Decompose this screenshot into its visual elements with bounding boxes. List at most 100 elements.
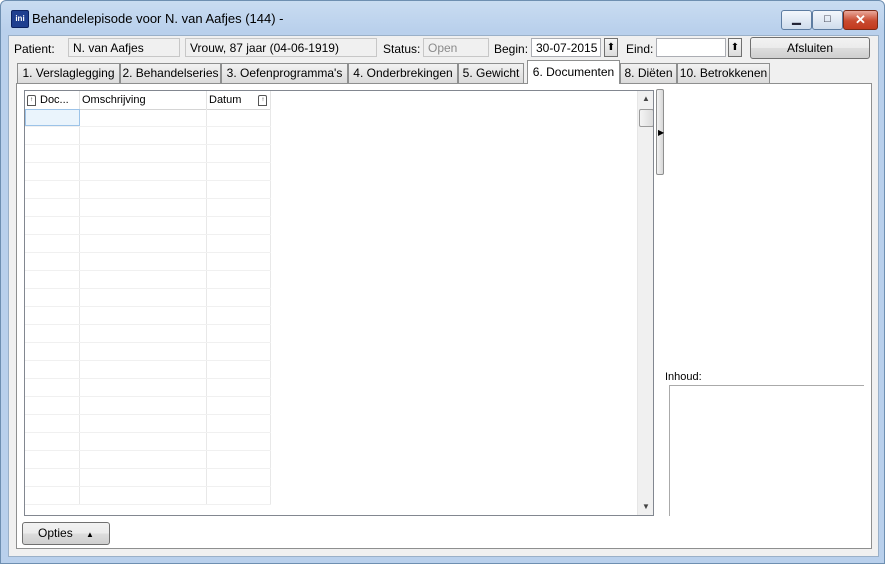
tab-dieten[interactable]: 8. Diëten: [620, 63, 677, 83]
table-cell[interactable]: [207, 163, 271, 180]
table-cell[interactable]: [80, 199, 207, 216]
table-cell[interactable]: [80, 307, 207, 324]
table-cell[interactable]: [25, 433, 80, 450]
table-cell[interactable]: [80, 469, 207, 486]
table-cell[interactable]: [25, 289, 80, 306]
table-row[interactable]: [25, 469, 271, 487]
tab-gewicht[interactable]: 5. Gewicht: [458, 63, 524, 83]
table-cell[interactable]: [207, 307, 271, 324]
table-row[interactable]: [25, 127, 271, 145]
table-cell[interactable]: [207, 415, 271, 432]
table-cell[interactable]: [207, 145, 271, 162]
table-cell[interactable]: [25, 235, 80, 252]
table-cell[interactable]: [80, 181, 207, 198]
table-row[interactable]: [25, 163, 271, 181]
table-cell[interactable]: [80, 235, 207, 252]
table-cell[interactable]: [25, 163, 80, 180]
table-cell[interactable]: [25, 361, 80, 378]
table-row[interactable]: [25, 343, 271, 361]
table-cell[interactable]: [80, 451, 207, 468]
table-row[interactable]: [25, 181, 271, 199]
table-row[interactable]: [25, 397, 271, 415]
tab-behandelseries[interactable]: 2. Behandelseries: [120, 63, 221, 83]
table-cell[interactable]: [207, 361, 271, 378]
table-cell[interactable]: [25, 343, 80, 360]
table-cell[interactable]: [80, 127, 207, 144]
table-cell[interactable]: [25, 181, 80, 198]
table-row[interactable]: [25, 433, 271, 451]
table-cell[interactable]: [25, 307, 80, 324]
table-cell[interactable]: [207, 217, 271, 234]
opties-button[interactable]: Opties ▲: [22, 522, 110, 545]
minimize-button[interactable]: ▁: [781, 10, 812, 30]
close-window-button[interactable]: ✕: [843, 10, 878, 30]
inhoud-content[interactable]: [669, 385, 864, 516]
table-cell[interactable]: [207, 451, 271, 468]
table-cell[interactable]: [207, 469, 271, 486]
table-cell[interactable]: [207, 271, 271, 288]
expand-arrow-icon[interactable]: ▶: [658, 128, 664, 137]
table-cell[interactable]: [25, 109, 80, 126]
table-cell[interactable]: [80, 397, 207, 414]
table-cell[interactable]: [25, 325, 80, 342]
afsluiten-button[interactable]: Afsluiten: [750, 37, 870, 59]
table-cell[interactable]: [207, 325, 271, 342]
column-header-doc[interactable]: ↑ Doc...: [25, 91, 80, 109]
table-cell[interactable]: [25, 487, 80, 504]
tab-betrokkenen[interactable]: 10. Betrokkenen: [677, 63, 770, 83]
table-row[interactable]: [25, 325, 271, 343]
documents-grid[interactable]: ↑ Doc... Omschrijving Datum ↑ ▲ ▼: [24, 90, 654, 516]
table-cell[interactable]: [207, 289, 271, 306]
begin-date-up-icon[interactable]: ⬆: [604, 38, 618, 57]
table-cell[interactable]: [80, 289, 207, 306]
tab-oefenprogrammas[interactable]: 3. Oefenprogramma's: [221, 63, 348, 83]
pin-icon[interactable]: ↑: [258, 94, 268, 106]
table-row[interactable]: [25, 415, 271, 433]
table-cell[interactable]: [207, 253, 271, 270]
tab-verslaglegging[interactable]: 1. Verslaglegging: [17, 63, 120, 83]
table-row[interactable]: [25, 487, 271, 505]
table-cell[interactable]: [25, 127, 80, 144]
table-row[interactable]: [25, 235, 271, 253]
table-row[interactable]: [25, 379, 271, 397]
table-cell[interactable]: [80, 145, 207, 162]
column-header-datum[interactable]: Datum ↑: [207, 91, 271, 109]
table-cell[interactable]: [25, 379, 80, 396]
table-cell[interactable]: [207, 235, 271, 252]
table-cell[interactable]: [80, 217, 207, 234]
maximize-button[interactable]: □: [812, 10, 843, 30]
column-header-omschrijving[interactable]: Omschrijving: [80, 91, 207, 109]
panel-splitter[interactable]: ▶: [656, 89, 664, 175]
title-bar[interactable]: ini Behandelepisode voor N. van Aafjes (…: [1, 1, 884, 35]
table-cell[interactable]: [207, 487, 271, 504]
table-cell[interactable]: [207, 109, 271, 126]
table-cell[interactable]: [25, 145, 80, 162]
table-cell[interactable]: [80, 109, 207, 126]
eind-date-up-icon[interactable]: ⬆: [728, 38, 742, 57]
tab-documenten[interactable]: 6. Documenten: [527, 60, 620, 84]
table-row[interactable]: [25, 307, 271, 325]
table-cell[interactable]: [80, 487, 207, 504]
eind-date-input[interactable]: [656, 38, 726, 57]
tab-onderbrekingen[interactable]: 4. Onderbrekingen: [348, 63, 458, 83]
table-cell[interactable]: [207, 379, 271, 396]
table-cell[interactable]: [25, 253, 80, 270]
table-row[interactable]: [25, 217, 271, 235]
table-row[interactable]: [25, 253, 271, 271]
table-row[interactable]: [25, 361, 271, 379]
scroll-down-icon[interactable]: ▼: [638, 499, 653, 515]
table-cell[interactable]: [207, 199, 271, 216]
table-row[interactable]: [25, 109, 271, 127]
table-cell[interactable]: [207, 127, 271, 144]
table-cell[interactable]: [207, 397, 271, 414]
scroll-up-icon[interactable]: ▲: [638, 91, 653, 107]
table-cell[interactable]: [25, 469, 80, 486]
table-cell[interactable]: [207, 433, 271, 450]
table-row[interactable]: [25, 271, 271, 289]
table-cell[interactable]: [25, 199, 80, 216]
table-cell[interactable]: [80, 361, 207, 378]
table-cell[interactable]: [207, 181, 271, 198]
table-cell[interactable]: [80, 433, 207, 450]
vertical-scrollbar[interactable]: ▲ ▼: [637, 91, 653, 515]
table-cell[interactable]: [80, 325, 207, 342]
